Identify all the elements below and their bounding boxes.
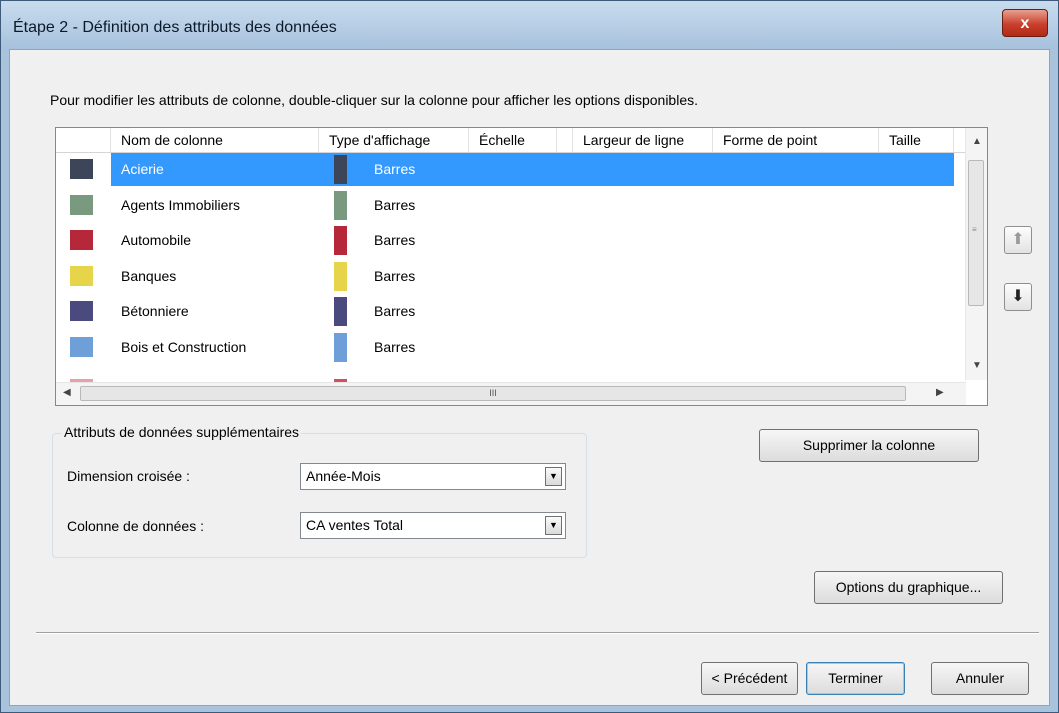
list-row[interactable]: Bois et Construction Barres xyxy=(56,331,966,365)
bar-color-indicator xyxy=(334,297,347,326)
footer-separator xyxy=(36,632,1039,634)
dropdown-arrow-icon[interactable]: ▼ xyxy=(545,516,562,535)
color-swatch xyxy=(70,230,93,250)
data-column-value: CA ventes Total xyxy=(306,517,404,533)
column-name: Acierie xyxy=(121,161,164,177)
display-type: Barres xyxy=(374,232,416,248)
cross-dimension-label: Dimension croisée : xyxy=(67,468,190,484)
display-type: Barres xyxy=(374,196,416,213)
header-spacer xyxy=(557,128,573,152)
list-row[interactable]: Banques Barres xyxy=(56,260,966,294)
move-down-button[interactable]: ⬇ xyxy=(1004,283,1032,311)
column-name: Banques xyxy=(121,267,177,284)
list-row[interactable]: Bétonniere Barres xyxy=(56,295,966,329)
scroll-right-arrow-icon[interactable]: ▶ xyxy=(936,387,944,398)
header-scale[interactable]: Échelle xyxy=(469,128,557,152)
column-name: Bétonniere xyxy=(121,303,189,319)
finish-button[interactable]: Terminer xyxy=(806,662,905,695)
column-name: Bois et Construction xyxy=(121,338,247,355)
previous-button[interactable]: < Précédent xyxy=(701,662,798,695)
data-column-label: Colonne de données : xyxy=(67,518,204,534)
list-row[interactable]: Acierie Barres xyxy=(56,153,966,187)
header-display-type[interactable]: Type d'affichage xyxy=(319,128,469,152)
delete-column-button[interactable]: Supprimer la colonne xyxy=(759,429,979,462)
cross-dimension-value: Année-Mois xyxy=(306,468,381,484)
display-type: Barres xyxy=(374,303,416,319)
down-arrow-icon: ⬇ xyxy=(1011,288,1025,305)
extra-attributes-group xyxy=(52,433,587,558)
cross-dimension-select[interactable]: Année-Mois ▼ xyxy=(300,463,566,490)
bar-color-indicator xyxy=(334,155,347,184)
display-type: Barres xyxy=(374,267,416,284)
chart-options-button[interactable]: Options du graphique... xyxy=(814,571,1003,604)
bar-color-indicator xyxy=(334,332,347,362)
column-name: Automobile xyxy=(121,232,192,248)
extra-attributes-legend: Attributs de données supplémentaires xyxy=(62,424,302,440)
header-swatch-column[interactable] xyxy=(56,128,111,152)
color-swatch xyxy=(70,194,93,215)
grip-icon: ≡ xyxy=(972,225,977,234)
scroll-left-arrow-icon[interactable]: ◀ xyxy=(63,387,71,398)
data-column-select[interactable]: CA ventes Total ▼ xyxy=(300,512,566,539)
title-bar: Étape 2 - Définition des attributs des d… xyxy=(1,1,1058,49)
scroll-down-arrow-icon[interactable]: ▼ xyxy=(972,360,982,371)
list-row[interactable]: Automobile Barres xyxy=(56,224,966,258)
list-row[interactable]: Agents Immobiliers Barres xyxy=(56,189,966,223)
header-point-shape[interactable]: Forme de point xyxy=(713,128,879,152)
display-type: Barres xyxy=(374,338,416,355)
window-title: Étape 2 - Définition des attributs des d… xyxy=(13,19,337,36)
move-up-button[interactable]: ⬆ xyxy=(1004,226,1032,254)
up-arrow-icon: ⬆ xyxy=(1011,231,1025,248)
color-swatch xyxy=(70,301,93,321)
dropdown-arrow-icon[interactable]: ▼ xyxy=(545,467,562,486)
column-attributes-list[interactable]: Nom de colonne Type d'affichage Échelle … xyxy=(55,127,988,406)
vertical-scroll-thumb[interactable]: ≡ xyxy=(968,160,984,306)
list-header: Nom de colonne Type d'affichage Échelle … xyxy=(56,128,966,153)
horizontal-scroll-thumb[interactable]: III xyxy=(80,386,906,401)
header-column-name[interactable]: Nom de colonne xyxy=(111,128,319,152)
scroll-up-arrow-icon[interactable]: ▲ xyxy=(972,136,982,147)
cancel-button[interactable]: Annuler xyxy=(931,662,1029,695)
vertical-scrollbar[interactable]: ▲ ≡ ▼ xyxy=(965,128,987,380)
instruction-text: Pour modifier les attributs de colonne, … xyxy=(50,92,699,108)
horizontal-scrollbar[interactable]: ◀ III ▶ xyxy=(56,382,966,405)
close-button[interactable]: x xyxy=(1002,9,1048,37)
column-name: Agents Immobiliers xyxy=(121,196,241,213)
color-swatch xyxy=(70,265,93,286)
dialog-window: Étape 2 - Définition des attributs des d… xyxy=(0,0,1059,713)
dialog-client-area: Pour modifier les attributs de colonne, … xyxy=(9,49,1050,706)
header-line-width[interactable]: Largeur de ligne xyxy=(573,128,713,152)
header-size[interactable]: Taille xyxy=(879,128,954,152)
selection-highlight xyxy=(111,153,954,186)
bar-color-indicator xyxy=(334,226,347,255)
display-type: Barres xyxy=(374,161,416,177)
color-swatch xyxy=(70,336,93,357)
bar-color-indicator xyxy=(334,190,347,220)
bar-color-indicator xyxy=(334,261,347,291)
color-swatch xyxy=(70,159,93,179)
